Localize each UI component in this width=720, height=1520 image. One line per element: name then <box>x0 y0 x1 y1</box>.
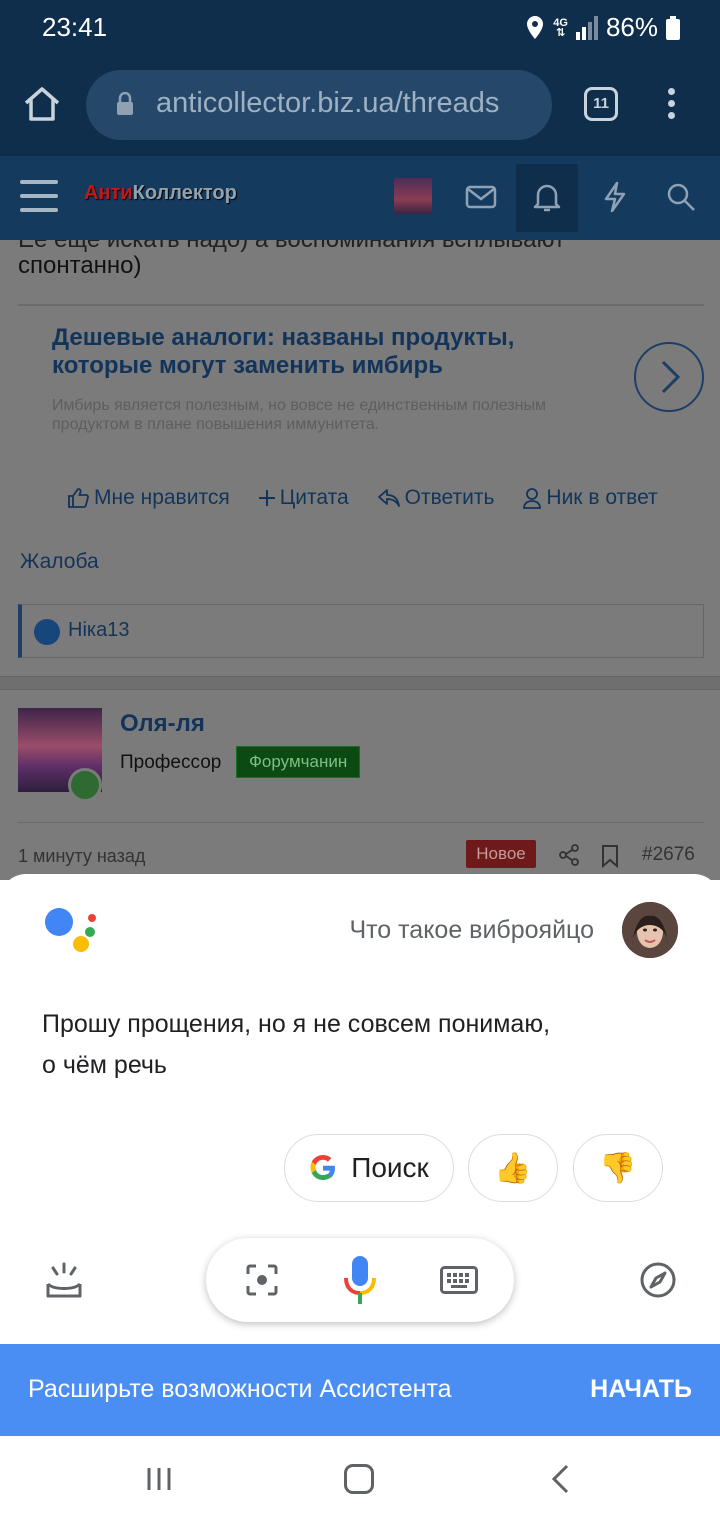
compass-icon[interactable] <box>638 1260 678 1300</box>
assistant-answer: Прошу прощения, но я не совсем понимаю, … <box>42 1010 551 1079</box>
url-field[interactable]: anticollector.biz.ua/threads <box>86 70 552 140</box>
author-rank: Профессор <box>120 752 222 773</box>
start-button[interactable]: НАЧАТЬ <box>590 1375 692 1404</box>
thumbs-up-button[interactable]: 👍 <box>468 1134 558 1202</box>
browser-toolbar: anticollector.biz.ua/threads 11 <box>0 58 720 156</box>
snapshot-icon[interactable] <box>44 1260 84 1300</box>
lightning-icon[interactable] <box>598 180 632 214</box>
divider <box>18 304 704 306</box>
search-chip[interactable]: Поиск <box>284 1134 454 1202</box>
like-reaction-icon <box>34 619 60 645</box>
signal-icon <box>575 15 598 40</box>
home-icon[interactable] <box>22 84 62 124</box>
report-link[interactable]: Жалоба <box>20 550 99 574</box>
battery-icon <box>666 15 680 40</box>
system-nav-bar <box>0 1436 720 1520</box>
assistant-logo-icon <box>45 908 96 952</box>
status-time: 23:41 <box>42 12 108 42</box>
mail-icon[interactable] <box>464 180 498 214</box>
lock-icon <box>117 92 133 115</box>
ad-title[interactable]: Дешевые аналоги: названы продукты, котор… <box>52 324 612 380</box>
lens-icon[interactable] <box>244 1262 280 1298</box>
thumbs-down-emoji-icon: 👎 <box>599 1151 637 1185</box>
assistant-promo-banner: Расширьте возможности Ассистента НАЧАТЬ <box>0 1344 720 1436</box>
thumbs-up-icon <box>68 488 89 508</box>
share-icon[interactable] <box>558 844 580 866</box>
location-icon <box>527 15 544 39</box>
recent-apps-icon[interactable] <box>146 1466 172 1492</box>
likes-summary[interactable]: Ніка13 <box>18 604 704 658</box>
tabs-count-button[interactable]: 11 <box>584 87 618 121</box>
plus-icon <box>258 490 275 506</box>
user-icon <box>523 488 542 509</box>
forum-content: Ее еще искать надо) а воспоминания всплы… <box>0 240 720 880</box>
search-chip-label: Поиск <box>351 1152 429 1183</box>
back-icon[interactable] <box>548 1464 574 1494</box>
user-avatar[interactable] <box>622 902 678 958</box>
chevron-right-icon <box>661 360 681 394</box>
new-badge: Новое <box>466 840 536 868</box>
liked-by-user[interactable]: Ніка13 <box>68 619 129 642</box>
input-mode-bar <box>206 1238 514 1322</box>
status-bar: 23:41 4G ⇅ 86% <box>0 0 720 58</box>
microphone-icon[interactable] <box>342 1254 378 1306</box>
post-number[interactable]: #2676 <box>642 844 695 866</box>
reply-icon <box>377 489 400 507</box>
assistant-sheet: Что такое виброяйцо Прошу прощения, но я… <box>0 874 720 1344</box>
nav-user-avatar[interactable] <box>394 178 432 214</box>
quote-button[interactable]: Цитата <box>258 486 349 510</box>
author-name[interactable]: Оля-ля <box>120 710 205 738</box>
assistant-query[interactable]: Что такое виброяйцо <box>349 916 594 945</box>
search-icon[interactable] <box>664 180 698 214</box>
ad-description: Имбирь является полезным, но вовсе не ед… <box>52 397 547 433</box>
mention-button[interactable]: Ник в ответ <box>522 486 658 510</box>
site-logo[interactable]: АнтиКоллектор <box>84 182 237 205</box>
hamburger-menu-icon[interactable] <box>20 180 58 214</box>
thumbs-up-emoji-icon: 👍 <box>494 1151 532 1185</box>
promo-text: Расширьте возможности Ассистента <box>28 1375 452 1403</box>
network-type: 4G ⇅ <box>553 16 568 39</box>
divider <box>18 822 704 823</box>
like-button[interactable]: Мне нравится <box>66 486 230 510</box>
bell-icon <box>533 184 561 212</box>
avatar-photo <box>622 902 678 958</box>
user-title-badge: Форумчанин <box>236 746 361 778</box>
battery-percent: 86% <box>605 12 658 42</box>
post-timestamp[interactable]: 1 минуту назад <box>18 846 145 867</box>
post-actions: Мне нравится Цитата Ответить Ник в ответ <box>66 486 658 510</box>
thumbs-down-button[interactable]: 👎 <box>573 1134 663 1202</box>
reply-button[interactable]: Ответить <box>377 486 494 510</box>
more-menu-icon[interactable] <box>664 88 678 122</box>
post-separator <box>0 676 720 690</box>
url-text: anticollector.biz.ua/threads <box>156 87 500 119</box>
post-text: Ее еще искать надо) а воспоминания всплы… <box>18 240 565 279</box>
keyboard-icon[interactable] <box>440 1266 478 1294</box>
site-navbar: АнтиКоллектор <box>0 156 720 240</box>
home-button-icon[interactable] <box>344 1464 374 1494</box>
bookmark-icon[interactable] <box>600 844 620 868</box>
google-g-icon <box>310 1155 336 1180</box>
alerts-tab[interactable] <box>516 164 578 232</box>
online-status-icon <box>68 768 102 802</box>
ad-next-button[interactable] <box>634 342 704 412</box>
